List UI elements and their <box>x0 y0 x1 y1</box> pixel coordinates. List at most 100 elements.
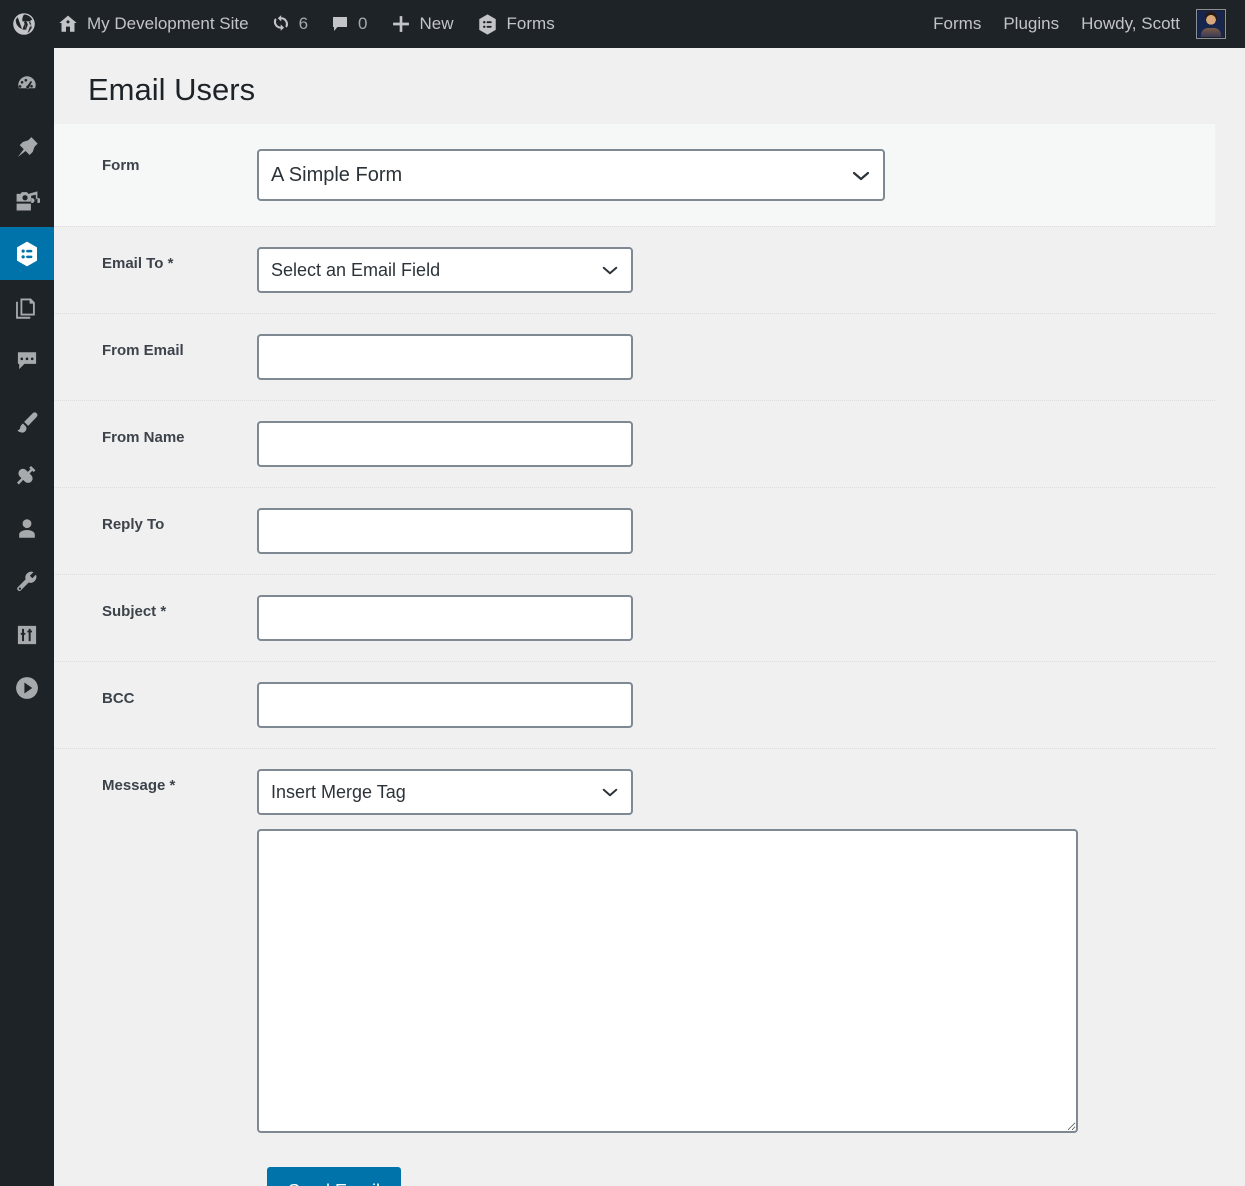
my-account-menu-item[interactable]: Howdy, Scott <box>1070 0 1237 48</box>
email-to-select[interactable]: Select an Email Field <box>257 247 633 294</box>
main-content-area: Email Users Form A Simple Form Email To … <box>54 48 1245 1186</box>
plug-icon <box>14 463 40 489</box>
dashboard-icon <box>14 72 40 98</box>
email-to-field-cell: Select an Email Field <box>257 227 1215 313</box>
from-name-input[interactable] <box>257 421 633 468</box>
chevron-down-icon <box>601 787 619 798</box>
gravityforms-icon <box>476 13 499 36</box>
play-circle-icon <box>14 675 40 701</box>
admin-bar-left: My Development Site 6 0 New Forms <box>0 0 566 48</box>
updates-count: 6 <box>298 14 309 33</box>
sidebar-item-tools[interactable] <box>0 555 54 608</box>
wordpress-logo-menu-item[interactable] <box>0 0 46 48</box>
from-email-field-cell <box>257 314 1215 400</box>
merge-tag-select[interactable]: Insert Merge Tag <box>257 769 633 816</box>
bcc-field-cell <box>257 662 1215 748</box>
gravityforms-icon <box>12 239 42 269</box>
avatar-image <box>1198 11 1224 37</box>
form-row-reply-to: Reply To <box>54 487 1215 574</box>
howdy-label: Howdy, Scott <box>1081 14 1180 33</box>
admin-sidebar-menu <box>0 48 62 1186</box>
form-select[interactable]: A Simple Form <box>257 149 885 202</box>
site-name-label: My Development Site <box>87 14 249 33</box>
sidebar-item-forms[interactable] <box>0 227 62 280</box>
forms-label: Forms <box>933 14 982 33</box>
paintbrush-icon <box>14 410 40 436</box>
form-select-value: A Simple Form <box>271 163 403 186</box>
plus-icon <box>390 13 412 35</box>
reply-to-label: Reply To <box>102 516 165 534</box>
message-field-cell: Insert Merge Tag <box>257 749 1215 1153</box>
wrench-icon <box>14 569 40 595</box>
chevron-down-icon <box>601 265 619 276</box>
send-email-button[interactable]: Send Email <box>267 1167 402 1186</box>
sidebar-item-settings[interactable] <box>0 608 54 661</box>
sidebar-item-plugins[interactable] <box>0 449 54 502</box>
subject-label: Subject * <box>102 603 167 621</box>
from-email-input[interactable] <box>257 334 633 381</box>
admin-bar: My Development Site 6 0 New Forms Forms … <box>0 0 1245 48</box>
from-name-label: From Name <box>102 429 185 447</box>
reply-to-input[interactable] <box>257 508 633 555</box>
form-row-bcc: BCC <box>54 661 1215 748</box>
plugins-label: Plugins <box>1003 14 1060 33</box>
sidebar-item-dashboard[interactable] <box>0 58 54 111</box>
form-label: Form <box>102 157 140 175</box>
menu-spacer-top <box>0 48 54 58</box>
sidebar-item-posts[interactable] <box>0 121 54 174</box>
message-textarea[interactable] <box>257 829 1078 1134</box>
comment-icon <box>14 347 40 373</box>
form-row-from-email: From Email <box>54 313 1215 400</box>
subject-input[interactable] <box>257 595 633 642</box>
admin-bar-right: Forms Plugins Howdy, Scott <box>922 0 1245 48</box>
comment-icon <box>330 14 350 34</box>
media-icon <box>14 188 40 214</box>
home-icon <box>57 13 79 35</box>
message-label: Message * <box>102 777 176 795</box>
gravityforms-label: Forms <box>506 14 555 33</box>
user-icon <box>14 516 40 542</box>
email-users-form: Form A Simple Form Email To * Select an … <box>54 124 1215 1186</box>
new-content-label: New <box>419 14 454 33</box>
menu-spacer-1 <box>0 111 54 121</box>
sliders-icon <box>14 622 40 648</box>
email-to-label: Email To * <box>102 255 174 273</box>
comments-menu-item[interactable]: 0 <box>319 0 378 48</box>
form-row-from-name: From Name <box>54 400 1215 487</box>
plugins-menu-item[interactable]: Plugins <box>992 0 1070 48</box>
sidebar-item-users[interactable] <box>0 502 54 555</box>
comments-count: 0 <box>358 14 368 33</box>
form-row-message: Message * Insert Merge Tag <box>54 748 1215 1153</box>
menu-spacer-2 <box>0 386 54 396</box>
pages-icon <box>14 294 40 320</box>
page-title: Email Users <box>88 72 256 107</box>
form-row-form: Form A Simple Form <box>54 124 1215 227</box>
submit-row: Send Email <box>54 1153 1215 1186</box>
subject-field-cell <box>257 575 1215 661</box>
sidebar-item-media[interactable] <box>0 174 54 227</box>
updates-icon <box>271 14 291 34</box>
pin-icon <box>14 135 40 161</box>
sidebar-item-pages[interactable] <box>0 280 54 333</box>
updates-menu-item[interactable]: 6 <box>260 0 319 48</box>
new-content-menu-item[interactable]: New <box>379 0 465 48</box>
email-to-select-value: Select an Email Field <box>271 259 441 280</box>
sidebar-item-player[interactable] <box>0 661 54 714</box>
avatar <box>1196 9 1226 39</box>
merge-tag-select-value: Insert Merge Tag <box>271 781 406 802</box>
form-row-email-to: Email To * Select an Email Field <box>54 226 1215 313</box>
sidebar-item-comments[interactable] <box>0 333 54 386</box>
site-name-menu-item[interactable]: My Development Site <box>46 0 260 48</box>
form-field-cell: A Simple Form <box>257 124 1215 226</box>
chevron-down-icon <box>851 170 871 182</box>
bcc-label: BCC <box>102 690 135 708</box>
form-row-subject: Subject * <box>54 574 1215 661</box>
forms-menu-item[interactable]: Forms <box>922 0 992 48</box>
wordpress-icon <box>13 13 35 35</box>
gravityforms-menu-item[interactable]: Forms <box>465 0 566 48</box>
sidebar-item-appearance[interactable] <box>0 396 54 449</box>
reply-to-field-cell <box>257 488 1215 574</box>
bcc-input[interactable] <box>257 682 633 729</box>
from-name-field-cell <box>257 401 1215 487</box>
from-email-label: From Email <box>102 342 184 360</box>
